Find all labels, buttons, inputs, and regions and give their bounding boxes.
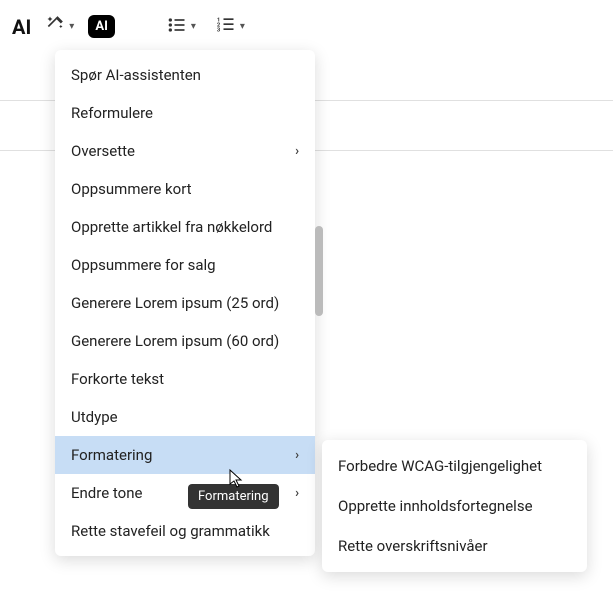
menu-item-label: Generere Lorem ipsum (25 ord) [71,294,279,312]
ai-badge[interactable]: AI [88,15,115,38]
scrollbar-thumb[interactable] [315,226,323,316]
formatting-submenu: Forbedre WCAG-tilgjengelighet Opprette i… [322,440,587,572]
menu-item-lorem-60[interactable]: Generere Lorem ipsum (60 ord) [55,322,315,360]
menu-item-spellcheck[interactable]: Rette stavefeil og grammatikk [55,512,315,550]
tooltip-text: Formatering [198,489,269,504]
menu-item-summarize-sales[interactable]: Oppsummere for salg [55,246,315,284]
chevron-down-icon: ▾ [69,21,74,32]
svg-text:3: 3 [217,27,221,33]
menu-item-elaborate[interactable]: Utdype [55,398,315,436]
menu-item-label: Formatering [71,446,152,464]
menu-item-lorem-25[interactable]: Generere Lorem ipsum (25 ord) [55,284,315,322]
menu-item-label: Utdype [71,408,118,426]
menu-item-label: Oppsummere kort [71,180,192,198]
submenu-item-toc[interactable]: Opprette innholdsfortegnelse [322,486,587,526]
bullet-list-button[interactable]: ▾ [161,11,202,43]
menu-item-reformulate[interactable]: Reformulere [55,94,315,132]
menu-item-formatting[interactable]: Formatering › [55,436,315,474]
magic-wand-icon [45,14,65,39]
menu-item-label: Rette overskriftsnivåer [338,537,488,555]
scrollbar[interactable] [315,226,323,336]
menu-item-label: Reformulere [71,104,153,122]
submenu-item-headings[interactable]: Rette overskriftsnivåer [322,526,587,566]
chevron-right-icon: › [295,448,299,463]
chevron-right-icon: › [295,486,299,501]
menu-item-summarize-short[interactable]: Oppsummere kort [55,170,315,208]
submenu-item-wcag[interactable]: Forbedre WCAG-tilgjengelighet [322,446,587,486]
menu-item-label: Forbedre WCAG-tilgjengelighet [338,457,542,475]
menu-item-label: Opprette innholdsfortegnelse [338,497,533,515]
bullet-list-icon [167,15,187,39]
tooltip: Formatering [188,484,279,509]
menu-item-ask-ai[interactable]: Spør AI-assistenten [55,56,315,94]
menu-item-label: Spør AI-assistenten [71,66,201,84]
menu-item-label: Opprette artikkel fra nøkkelord [71,218,272,236]
menu-item-label: Oppsummere for salg [71,256,216,274]
chevron-down-icon: ▾ [191,21,196,32]
ai-magic-button[interactable]: ▾ [39,10,80,43]
menu-item-shorten[interactable]: Forkorte tekst [55,360,315,398]
toolbar: AI ▾ AI ▾ [0,0,613,53]
menu-item-create-article[interactable]: Opprette artikkel fra nøkkelord [55,208,315,246]
ai-text-label: AI [12,15,31,39]
menu-item-label: Forkorte tekst [71,370,164,388]
menu-item-label: Endre tone [71,484,142,502]
numbered-list-button[interactable]: 1 2 3 ▾ [210,11,251,43]
menu-item-translate[interactable]: Oversette › [55,132,315,170]
menu-item-label: Generere Lorem ipsum (60 ord) [71,332,279,350]
ai-dropdown-menu: Spør AI-assistenten Reformulere Oversett… [55,50,315,556]
menu-item-label: Oversette [71,142,135,160]
chevron-down-icon: ▾ [240,21,245,32]
numbered-list-icon: 1 2 3 [216,15,236,39]
menu-item-label: Rette stavefeil og grammatikk [71,522,270,540]
chevron-right-icon: › [295,144,299,159]
